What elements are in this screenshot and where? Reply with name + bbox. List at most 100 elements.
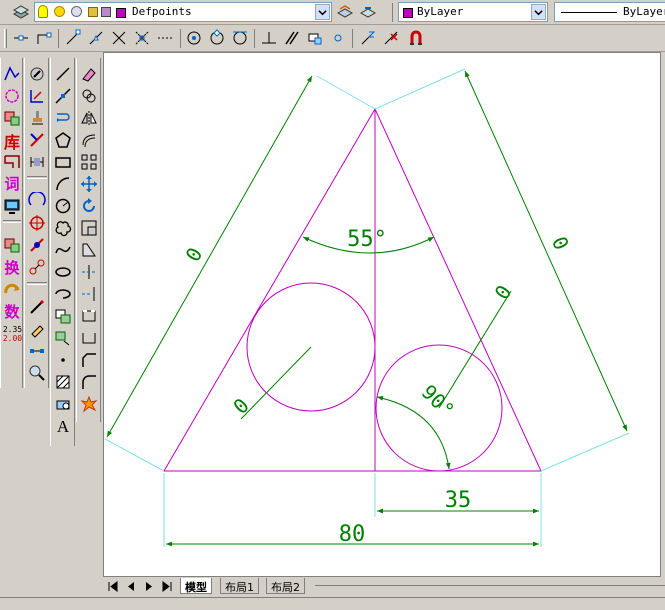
join-icon[interactable] — [26, 256, 48, 278]
dimension-update-icon[interactable] — [26, 129, 48, 151]
library-label[interactable]: 库 — [1, 129, 23, 152]
snap-insert-icon[interactable] — [304, 27, 326, 49]
drawing-canvas[interactable]: 0 0 55° 0 0 90° 35 80 — [103, 52, 661, 577]
scale-icon[interactable] — [78, 217, 100, 239]
polyline-draw-icon[interactable] — [52, 107, 74, 129]
left-tool-panel: 库 词 换 数 2.35 2.00 — [0, 58, 23, 388]
color-dropdown[interactable]: ByLayer — [398, 2, 548, 22]
region-icon[interactable] — [52, 393, 74, 415]
dim-line-left-side — [106, 75, 313, 438]
mirror-icon[interactable] — [78, 107, 100, 129]
snap-quadrant-icon[interactable] — [206, 27, 228, 49]
monitor-icon[interactable] — [1, 195, 23, 217]
hatch-icon[interactable] — [52, 371, 74, 393]
polyline-icon[interactable] — [1, 63, 23, 85]
point-icon[interactable] — [52, 349, 74, 371]
arc-icon[interactable] — [52, 173, 74, 195]
extend-icon[interactable] — [78, 283, 100, 305]
tab-next-icon[interactable] — [142, 580, 156, 593]
dim-text-80: 80 — [339, 522, 366, 547]
snap-center-icon[interactable] — [183, 27, 205, 49]
array-icon[interactable] — [78, 151, 100, 173]
drawing-svg: 0 0 55° 0 0 90° 35 80 — [104, 68, 630, 547]
pen-icon[interactable] — [26, 296, 48, 318]
make-current-layer-icon[interactable] — [334, 1, 356, 23]
rotate-icon[interactable] — [78, 195, 100, 217]
align-icon[interactable] — [26, 85, 48, 107]
status-strip — [0, 597, 665, 610]
explode-icon[interactable] — [78, 393, 100, 415]
word-label[interactable]: 词 — [1, 173, 23, 195]
tab-model[interactable]: 模型 — [180, 578, 212, 594]
ellipse-icon[interactable] — [52, 261, 74, 283]
layer-manager-icon[interactable] — [10, 1, 32, 23]
revcloud-icon[interactable] — [52, 217, 74, 239]
snap-tangent-icon[interactable] — [229, 27, 251, 49]
snap-extension-icon[interactable] — [154, 27, 176, 49]
target-icon[interactable] — [26, 212, 48, 234]
temporary-tracking-icon[interactable] — [10, 27, 32, 49]
polygon-icon[interactable] — [52, 129, 74, 151]
eraser-pencil-icon[interactable] — [26, 318, 48, 340]
fillet-icon[interactable] — [78, 371, 100, 393]
revision-cloud-icon[interactable] — [1, 85, 23, 107]
multiline-text-icon[interactable]: A — [52, 416, 74, 438]
paintbrush-icon[interactable] — [26, 107, 48, 129]
refresh-arrow-icon[interactable] — [1, 279, 23, 301]
snap-none-icon[interactable] — [380, 27, 402, 49]
tab-prev-icon[interactable] — [124, 580, 138, 593]
scale-value-200[interactable]: 2.00 — [2, 334, 23, 343]
move-icon[interactable] — [78, 173, 100, 195]
convert-label[interactable]: 换 — [1, 257, 23, 279]
chamfer-icon[interactable] — [78, 349, 100, 371]
insert-block-icon[interactable] — [52, 305, 74, 327]
arc-tool-icon[interactable] — [26, 190, 48, 212]
snap-node-icon[interactable] — [327, 27, 349, 49]
zoom-search-icon[interactable] — [26, 362, 48, 384]
layer-previous-icon[interactable] — [357, 1, 379, 23]
spline-icon[interactable] — [52, 239, 74, 261]
chevron-down-icon[interactable] — [531, 4, 546, 20]
tab-first-icon[interactable] — [106, 580, 120, 593]
table-icon[interactable] — [1, 151, 23, 173]
dimension-style-icon[interactable] — [26, 151, 48, 173]
break-icon[interactable] — [26, 234, 48, 256]
block-editor-icon[interactable] — [1, 107, 23, 129]
snap-parallel-icon[interactable] — [281, 27, 303, 49]
copy-icon[interactable] — [78, 85, 100, 107]
make-block-icon[interactable] — [52, 327, 74, 349]
dim-line-right-side — [464, 70, 628, 432]
erase-icon[interactable] — [78, 63, 100, 85]
snap-intersection-icon[interactable] — [108, 27, 130, 49]
snap-midpoint-icon[interactable] — [85, 27, 107, 49]
number-label[interactable]: 数 — [1, 301, 23, 323]
chevron-down-icon[interactable] — [315, 4, 330, 20]
line-icon[interactable] — [52, 63, 74, 85]
trim-icon[interactable] — [78, 261, 100, 283]
link-icon[interactable] — [26, 340, 48, 362]
scale-value-235[interactable]: 2.35 — [2, 325, 23, 334]
break-between-icon[interactable] — [78, 327, 100, 349]
linetype-dropdown[interactable]: ByLayer — [554, 2, 665, 22]
ellipse-arc-icon[interactable] — [52, 283, 74, 305]
stretch-icon[interactable] — [78, 239, 100, 261]
osnap-settings-icon[interactable] — [405, 27, 427, 49]
snap-from-icon[interactable] — [33, 27, 55, 49]
plot-icon — [101, 7, 111, 17]
left-tool-panel-2 — [24, 58, 49, 388]
construction-line-icon[interactable] — [52, 85, 74, 107]
tab-layout1[interactable]: 布局1 — [220, 578, 259, 594]
tab-layout2[interactable]: 布局2 — [266, 578, 305, 594]
layer-dropdown[interactable]: Defpoints — [34, 2, 332, 22]
offset-icon[interactable] — [78, 129, 100, 151]
zoom-realtime-icon[interactable] — [26, 63, 48, 85]
tab-last-icon[interactable] — [160, 580, 174, 593]
circle-icon[interactable] — [52, 195, 74, 217]
snap-apparent-intersection-icon[interactable] — [131, 27, 153, 49]
snap-perpendicular-icon[interactable] — [258, 27, 280, 49]
snap-nearest-icon[interactable] — [357, 27, 379, 49]
break-at-point-icon[interactable] — [78, 305, 100, 327]
rectangle-icon[interactable] — [52, 151, 74, 173]
convert-block-icon[interactable] — [1, 234, 23, 256]
snap-endpoint-icon[interactable] — [62, 27, 84, 49]
